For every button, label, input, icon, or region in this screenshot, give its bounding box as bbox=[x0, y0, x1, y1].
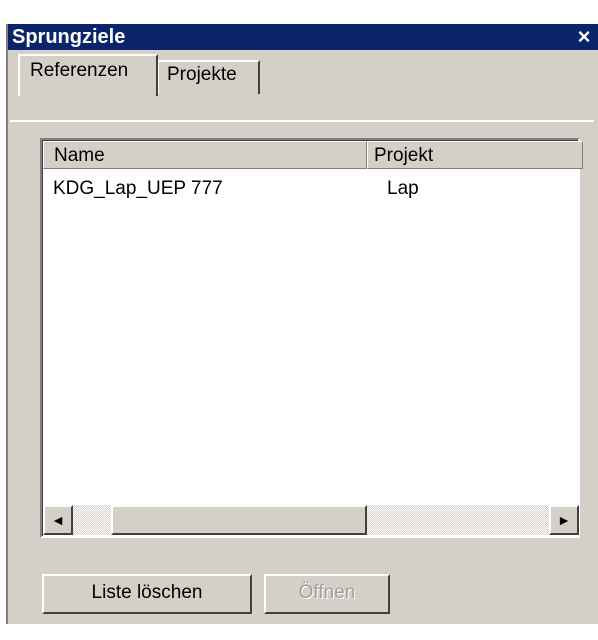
column-header-name[interactable]: Name bbox=[43, 141, 367, 169]
reference-list[interactable]: Name Projekt KDG_Lap_UEP 777 Lap ◄ ► bbox=[40, 138, 583, 538]
clear-list-button[interactable]: Liste löschen bbox=[42, 574, 252, 614]
list-item-projekt: Lap bbox=[387, 178, 419, 199]
scrollbar-thumb[interactable] bbox=[111, 505, 367, 535]
scroll-left-arrow-icon[interactable]: ◄ bbox=[43, 505, 73, 535]
window-title: Sprungziele bbox=[12, 26, 126, 48]
close-icon[interactable]: × bbox=[572, 24, 596, 50]
open-button[interactable]: Öffnen bbox=[264, 574, 390, 614]
tab-referenzen[interactable]: Referenzen bbox=[18, 54, 158, 96]
list-header: Name Projekt bbox=[43, 141, 583, 169]
scroll-right-arrow-icon[interactable]: ► bbox=[549, 505, 579, 535]
dialog-window: Sprungziele × Referenzen Projekte Name P… bbox=[6, 24, 598, 624]
column-header-projekt[interactable]: Projekt bbox=[367, 141, 583, 169]
title-bar[interactable]: Sprungziele × bbox=[8, 24, 598, 50]
tab-panel: Name Projekt KDG_Lap_UEP 777 Lap ◄ ► Lis… bbox=[10, 120, 594, 640]
list-item[interactable]: KDG_Lap_UEP 777 Lap bbox=[43, 175, 583, 203]
horizontal-scrollbar[interactable]: ◄ ► bbox=[43, 505, 579, 535]
list-item-name: KDG_Lap_UEP 777 bbox=[53, 178, 223, 199]
list-body: Name Projekt KDG_Lap_UEP 777 Lap ◄ ► bbox=[42, 140, 583, 536]
tab-strip: Referenzen Projekte Name Projekt KDG_Lap… bbox=[8, 50, 598, 614]
tab-projekte[interactable]: Projekte bbox=[158, 60, 260, 94]
